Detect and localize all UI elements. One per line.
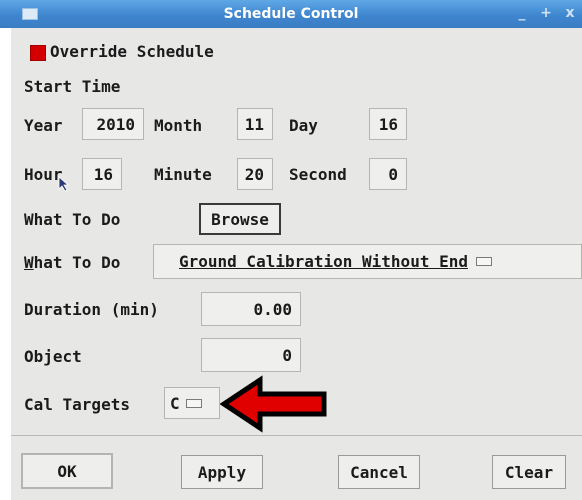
override-schedule-checkbox[interactable] (30, 45, 46, 61)
title-bar[interactable]: Schedule Control _ + x (0, 0, 582, 28)
ok-button-label: OK (57, 461, 77, 481)
second-label: Second (289, 165, 347, 184)
cancel-button[interactable]: Cancel (338, 455, 420, 489)
day-field[interactable]: 16 (369, 108, 407, 140)
apply-button[interactable]: Apply (181, 455, 263, 489)
browse-button[interactable]: Browse (199, 203, 281, 235)
red-arrow-annotation (220, 375, 327, 433)
month-label: Month (154, 116, 203, 135)
minute-field[interactable]: 20 (237, 158, 273, 190)
maximize-icon[interactable]: + (536, 4, 556, 22)
second-field[interactable]: 0 (369, 158, 407, 190)
minimize-icon[interactable]: _ (512, 4, 532, 22)
ok-button[interactable]: OK (21, 453, 113, 489)
object-field[interactable]: 0 (201, 338, 301, 372)
cal-targets-option-menu[interactable]: C (164, 387, 220, 419)
schedule-panel: Override Schedule Start Time Year 2010 M… (11, 28, 582, 500)
duration-label: Duration (min) (24, 300, 159, 319)
year-field[interactable]: 2010 (82, 108, 144, 140)
clear-button[interactable]: Clear (492, 455, 566, 489)
mouse-cursor-icon (58, 176, 70, 192)
duration-field[interactable]: 0.00 (201, 292, 301, 326)
what-to-do-menu-label: What To Do (24, 253, 121, 272)
hour-field[interactable]: 16 (82, 158, 122, 190)
cal-targets-label: Cal Targets (24, 395, 130, 414)
start-time-label: Start Time (24, 77, 121, 96)
what-to-do-option-value: Ground Calibration Without End (179, 252, 468, 271)
option-menu-indicator-icon (475, 257, 492, 266)
window-title: Schedule Control (223, 6, 359, 22)
minute-label: Minute (154, 165, 212, 184)
button-row-separator (11, 435, 582, 436)
year-label: Year (24, 116, 63, 135)
cal-targets-value: C (170, 393, 180, 413)
what-to-do-label: What To Do (24, 210, 121, 229)
day-label: Day (289, 116, 318, 135)
override-schedule-label[interactable]: Override Schedule (50, 42, 214, 61)
close-icon[interactable]: x (560, 4, 580, 22)
option-menu-indicator-icon (185, 398, 202, 408)
object-label: Object (24, 347, 82, 366)
what-to-do-option-menu[interactable]: Ground Calibration Without End (153, 244, 582, 279)
month-field[interactable]: 11 (237, 108, 273, 140)
hour-label: Hour (24, 165, 63, 184)
